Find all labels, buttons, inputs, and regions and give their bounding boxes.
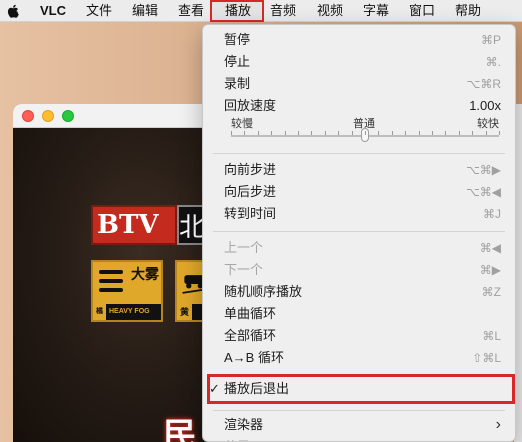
playback-speed-value: 1.00x xyxy=(469,98,501,113)
btv-logo: BTV xyxy=(91,205,177,245)
slider-tick xyxy=(459,131,460,135)
menu-item-pause[interactable]: 暂停 ⌘P xyxy=(203,29,515,51)
slider-tick xyxy=(419,131,420,135)
menu-item-step-backward[interactable]: 向后步进 ⌥⌘◀ xyxy=(203,181,515,203)
playback-menu: 暂停 ⌘P 停止 ⌘. 录制 ⌥⌘R 回放速度 1.00x 较慢 普通 较快 向… xyxy=(202,24,516,442)
slider-tick xyxy=(472,131,473,135)
speed-slow-label: 较慢 xyxy=(231,118,253,130)
slider-tick xyxy=(405,131,406,135)
menubar-file[interactable]: 文件 xyxy=(80,0,118,22)
slider-tick xyxy=(365,131,366,135)
slider-tick xyxy=(392,131,393,135)
zoom-button[interactable] xyxy=(62,110,74,122)
slider-tick xyxy=(378,131,379,135)
menu-item-previous[interactable]: 上一个 ⌘◀ xyxy=(203,237,515,259)
menu-item-step-forward[interactable]: 向前步进 ⌥⌘▶ xyxy=(203,159,515,181)
slider-tick xyxy=(486,131,487,135)
menu-item-renderer[interactable]: 渲染器 › xyxy=(203,414,515,436)
menu-item-playback-speed: 回放速度 1.00x xyxy=(203,95,515,117)
slider-tick xyxy=(499,131,500,135)
slider-tick xyxy=(338,131,339,135)
video-subtitle-char: 民 xyxy=(163,417,197,442)
fog-lines-icon xyxy=(99,270,123,292)
menu-item-next[interactable]: 下一个 ⌘▶ xyxy=(203,259,515,281)
slider-tick xyxy=(244,131,245,135)
quit-after-playback-highlight xyxy=(207,374,515,404)
slider-tick xyxy=(432,131,433,135)
menubar-audio[interactable]: 音频 xyxy=(264,0,302,22)
slider-tick xyxy=(231,131,232,135)
fog-warning-icon: 大雾 橘 HEAVY FOG xyxy=(91,260,163,322)
menu-item-repeat-one[interactable]: 单曲循环 xyxy=(203,303,515,325)
slider-tick xyxy=(258,131,259,135)
menubar-video[interactable]: 视频 xyxy=(311,0,349,22)
menu-item-goto-time[interactable]: 转到时间 ⌘J xyxy=(203,203,515,225)
menu-item-record[interactable]: 录制 ⌥⌘R xyxy=(203,73,515,95)
slider-tick xyxy=(285,131,286,135)
slider-tick xyxy=(352,131,353,135)
fog-warning-title: 大雾 xyxy=(131,266,159,282)
slider-tick xyxy=(311,131,312,135)
fog-warning-caption: 橘 HEAVY FOG xyxy=(93,304,161,320)
menu-item-shuffle[interactable]: 随机顺序播放 ⌘Z xyxy=(203,281,515,303)
close-button[interactable] xyxy=(22,110,34,122)
menubar-subtitles[interactable]: 字幕 xyxy=(357,0,395,22)
menu-separator xyxy=(213,410,505,411)
menu-item-repeat-all[interactable]: 全部循环 ⌘L xyxy=(203,325,515,347)
menu-separator xyxy=(213,153,505,154)
menu-bar: VLC 文件 编辑 查看 播放 音频 视频 字幕 窗口 帮助 xyxy=(0,0,522,22)
menubar-edit[interactable]: 编辑 xyxy=(126,0,164,22)
slider-tick xyxy=(445,131,446,135)
road-level: 黄 xyxy=(177,304,193,320)
speed-fast-label: 较快 xyxy=(477,118,499,130)
menu-item-ab-loop[interactable]: A→B 循环 ⇧⌘L xyxy=(203,347,515,369)
slider-tick xyxy=(325,131,326,135)
minimize-button[interactable] xyxy=(42,110,54,122)
menubar-playback[interactable]: 播放 xyxy=(219,0,257,22)
menu-item-stop[interactable]: 停止 ⌘. xyxy=(203,51,515,73)
menubar-view[interactable]: 查看 xyxy=(172,0,210,22)
apple-icon[interactable] xyxy=(6,3,20,19)
slider-tick xyxy=(271,131,272,135)
fog-level: 橘 xyxy=(93,304,106,320)
menubar-app-vlc[interactable]: VLC xyxy=(34,0,72,22)
menu-separator xyxy=(213,231,505,232)
menubar-help[interactable]: 帮助 xyxy=(449,0,487,22)
chevron-right-icon: › xyxy=(495,416,501,433)
menu-item-program[interactable]: 节目 xyxy=(203,436,515,441)
slider-tick xyxy=(298,131,299,135)
menubar-window[interactable]: 窗口 xyxy=(403,0,441,22)
fog-text: HEAVY FOG xyxy=(109,308,150,315)
